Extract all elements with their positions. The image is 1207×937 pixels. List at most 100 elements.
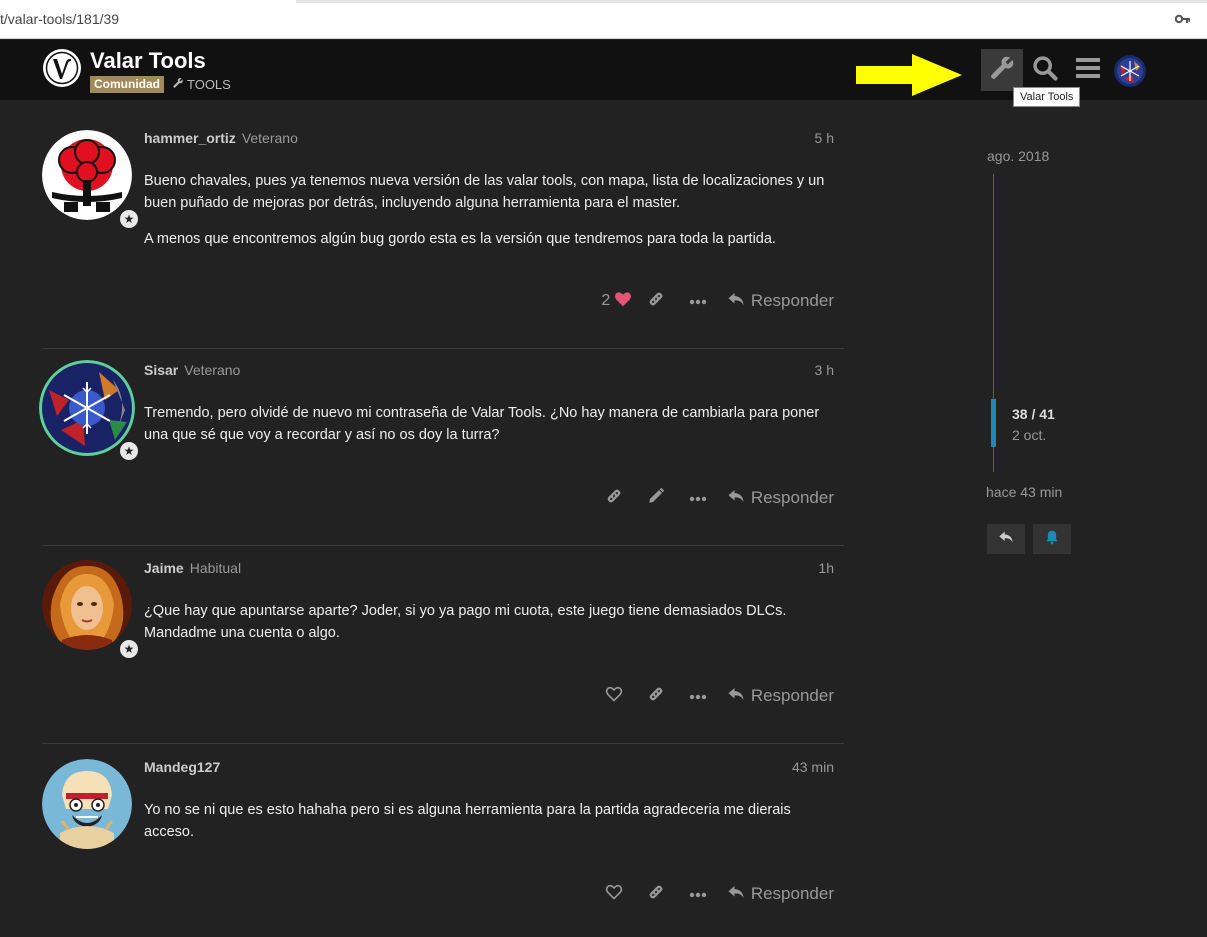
post-divider xyxy=(42,348,844,349)
star-icon: ★ xyxy=(120,640,138,658)
avatar[interactable] xyxy=(39,360,135,456)
reply-label: Responder xyxy=(750,488,834,507)
reply-button[interactable]: Responder xyxy=(719,291,834,312)
link-icon xyxy=(647,290,665,313)
post-date[interactable]: 43 min xyxy=(792,759,834,775)
post-divider xyxy=(42,545,844,546)
link-icon xyxy=(647,685,665,708)
post-body: ¿Que hay que apuntarse aparte? Joder, si… xyxy=(144,600,844,658)
topic-categories: Comunidad TOOLS xyxy=(90,75,231,93)
pencil-icon xyxy=(647,487,665,510)
timeline-scroll-handle[interactable] xyxy=(991,399,996,447)
search-button[interactable] xyxy=(1024,49,1066,91)
copy-link-button[interactable] xyxy=(593,483,635,513)
star-icon: ★ xyxy=(120,210,138,228)
tag-label: TOOLS xyxy=(187,76,231,92)
avatar[interactable] xyxy=(42,130,132,220)
heart-outline-icon xyxy=(605,884,623,905)
copy-link-button[interactable] xyxy=(635,879,677,909)
post-body: Tremendo, pero olvidé de nuevo mi contra… xyxy=(144,402,844,460)
reply-icon xyxy=(727,488,745,509)
post-actions: Responder xyxy=(593,483,834,513)
browser-url-text[interactable]: t/valar-tools/181/39 xyxy=(0,11,119,27)
reply-button[interactable]: Responder xyxy=(719,488,834,509)
like-button[interactable] xyxy=(593,681,635,711)
ellipsis-icon xyxy=(689,489,707,507)
post-meta: hammer_ortiz Veterano xyxy=(144,130,298,146)
post-paragraph: Bueno chavales, pues ya tenemos nueva ve… xyxy=(144,173,825,211)
heart-icon xyxy=(614,291,632,312)
timeline-start-date[interactable]: ago. 2018 xyxy=(987,148,1049,164)
bell-icon xyxy=(1045,529,1059,550)
timeline-reply-button[interactable] xyxy=(987,524,1025,554)
username[interactable]: Mandeg127 xyxy=(144,759,220,775)
reply-icon xyxy=(727,884,745,905)
ellipsis-icon xyxy=(689,885,707,903)
post-date[interactable]: 1h xyxy=(818,560,834,576)
hamburger-menu-button[interactable] xyxy=(1067,49,1109,91)
post-paragraph: A menos que encontremos algún bug gordo … xyxy=(144,231,776,247)
link-icon xyxy=(605,487,623,510)
user-flair-badge: ★ xyxy=(118,208,140,230)
post: ★ hammer_ortiz Veterano 5 h Bueno chavale… xyxy=(42,130,844,320)
user-title: Veterano xyxy=(241,130,298,146)
site-logo[interactable] xyxy=(42,48,82,88)
post: ★ Jaime Habitual 1h ¿Que hay que apuntars… xyxy=(42,560,844,720)
post: ★ Sisar Veterano 3 h Tremendo, pero olvid… xyxy=(39,360,844,522)
reply-label: Responder xyxy=(750,291,834,310)
username[interactable]: Jaime xyxy=(144,560,184,576)
timeline-position-date: 2 oct. xyxy=(1012,427,1047,443)
ellipsis-icon xyxy=(689,687,707,705)
edit-button[interactable] xyxy=(635,483,677,513)
more-actions-button[interactable] xyxy=(677,483,719,513)
heart-outline-icon xyxy=(605,686,623,707)
user-title: Veterano xyxy=(184,362,241,378)
hamburger-icon xyxy=(1075,56,1101,85)
like-button[interactable]: 2 xyxy=(599,286,635,316)
post-body: Bueno chavales, pues ya tenemos nueva ve… xyxy=(144,170,844,264)
tag-link[interactable]: TOOLS xyxy=(172,77,231,92)
reply-button[interactable]: Responder xyxy=(719,686,834,707)
timeline-end-label[interactable]: hace 43 min xyxy=(986,484,1062,500)
more-actions-button[interactable] xyxy=(677,681,719,711)
reply-button[interactable]: Responder xyxy=(719,884,834,905)
browser-active-tab[interactable] xyxy=(0,0,296,3)
tooltip: Valar Tools xyxy=(1013,87,1081,107)
link-icon xyxy=(647,883,665,906)
browser-tab-strip xyxy=(0,0,1207,3)
notification-level-button[interactable] xyxy=(1033,524,1071,554)
copy-link-button[interactable] xyxy=(635,681,677,711)
search-icon xyxy=(1031,54,1059,87)
post-actions: Responder xyxy=(593,681,834,711)
post-paragraph: ¿Que hay que apuntarse aparte? Joder, si… xyxy=(144,603,787,641)
post-body: Yo no se ni que es esto hahaha pero si e… xyxy=(144,799,844,857)
more-actions-button[interactable] xyxy=(677,286,719,316)
valar-tools-button[interactable] xyxy=(981,49,1023,91)
username[interactable]: hammer_ortiz xyxy=(144,130,236,146)
username[interactable]: Sisar xyxy=(144,362,178,378)
post-meta: Sisar Veterano xyxy=(144,362,240,378)
browser-address-bar[interactable]: t/valar-tools/181/39 xyxy=(0,0,1207,39)
reply-icon xyxy=(727,291,745,312)
post-actions: Responder xyxy=(593,879,834,909)
key-icon[interactable] xyxy=(1174,12,1191,31)
ellipsis-icon xyxy=(689,292,707,310)
user-flair-badge: ★ xyxy=(118,638,140,660)
copy-link-button[interactable] xyxy=(635,286,677,316)
user-title: Habitual xyxy=(189,560,242,576)
post-meta: Mandeg127 xyxy=(144,759,226,775)
reply-icon xyxy=(727,686,745,707)
avatar[interactable] xyxy=(42,560,132,650)
topic-title[interactable]: Valar Tools xyxy=(90,48,206,74)
category-badge[interactable]: Comunidad xyxy=(90,75,164,93)
avatar[interactable] xyxy=(42,759,132,849)
user-flair-badge: ★ xyxy=(118,440,140,462)
post: Mandeg127 43 min Yo no se ni que es esto… xyxy=(42,759,844,919)
more-actions-button[interactable] xyxy=(677,879,719,909)
post-date[interactable]: 5 h xyxy=(815,130,834,146)
like-button[interactable] xyxy=(593,879,635,909)
post-date[interactable]: 3 h xyxy=(815,362,834,378)
current-user-avatar[interactable] xyxy=(1114,55,1146,87)
wrench-icon xyxy=(172,77,184,92)
like-count[interactable]: 2 xyxy=(601,292,610,310)
